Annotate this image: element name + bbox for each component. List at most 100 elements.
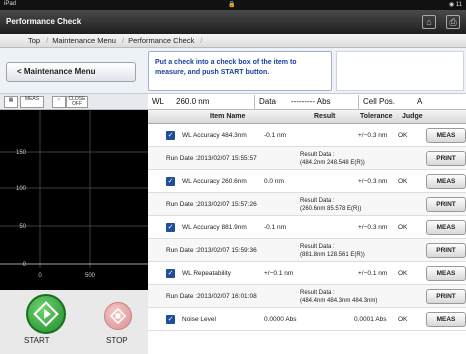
item-judge: OK (398, 224, 408, 231)
x-tick-label: 0 (38, 273, 42, 279)
table-row-detail: Run Date :2013/02/07 15:59:36 Result Dat… (148, 239, 466, 262)
measurement-info-row: WL 260.0 nm Data --------- Abs Cell Pos.… (148, 94, 466, 110)
item-tolerance: +/−0.3 nm (358, 178, 388, 185)
item-judge: OK (398, 270, 408, 277)
data-label: Data (259, 97, 276, 106)
y-tick-label: 0 (23, 262, 27, 268)
item-name: WL Accuracy 484.3nm (182, 132, 247, 139)
stop-icon (109, 307, 127, 325)
item-result: 0.0000 Abs (264, 316, 297, 323)
item-result: 0.0 nm (264, 178, 284, 185)
print-icon[interactable]: ⎙ (446, 15, 460, 29)
run-date: Run Date :2013/02/07 15:55:57 (166, 155, 257, 162)
title-bar: Performance Check ⌂ ⎙ (0, 10, 466, 34)
cell-position-value: A (417, 97, 423, 106)
status-right: ◉ 11 (448, 2, 462, 8)
meas-toggle[interactable]: MEAS (20, 96, 44, 108)
device-label: iPad (4, 1, 17, 7)
run-date: Run Date :2013/02/07 16:01:08 (166, 293, 257, 300)
breadcrumb: Top / Maintenance Menu / Performance Che… (0, 34, 466, 48)
table-row-detail: Run Date :2013/02/07 15:57:26 Result Dat… (148, 193, 466, 216)
print-button[interactable]: PRINT (426, 151, 466, 166)
network-icon[interactable]: ▦ (4, 96, 18, 108)
table-row-detail: Run Date :2013/02/07 16:01:08 Result Dat… (148, 285, 466, 308)
y-tick-label: 50 (19, 224, 26, 230)
status-bar: iPad 🔒 ◉ 11 (0, 0, 466, 10)
close-toggle[interactable]: CLOSE OFF (66, 96, 88, 108)
item-result: +/−0.1 nm (264, 270, 294, 277)
item-checkbox[interactable]: ✓ (166, 131, 175, 140)
sub-header: < Maintenance Menu Put a check into a ch… (0, 48, 466, 94)
meas-button[interactable]: MEAS (426, 128, 466, 143)
stop-label: STOP (106, 336, 128, 345)
item-name: WL Accuracy 881.9nm (182, 224, 247, 231)
y-tick-label: 100 (16, 186, 27, 192)
item-judge: OK (398, 178, 408, 185)
breadcrumb-maintenance-menu[interactable]: Maintenance Menu (48, 36, 122, 45)
instruction-box: Put a check into a check box of the item… (148, 51, 332, 91)
meas-button[interactable]: MEAS (426, 174, 466, 189)
item-judge: OK (398, 316, 408, 323)
data-box: Data --------- Abs (254, 94, 358, 109)
item-name: WL Accuracy 260.6nm (182, 178, 247, 185)
result-data: Result Data : (260.6nm 85.578 E(R)) (300, 198, 362, 212)
column-header-judge: Judge (402, 113, 423, 120)
column-header-item-name: Item Name (210, 113, 246, 120)
run-date: Run Date :2013/02/07 15:59:36 (166, 247, 257, 254)
measurement-strip (336, 51, 464, 91)
item-checkbox[interactable]: ✓ (166, 223, 175, 232)
table-row: ✓ WL Repeatability +/−0.1 nm +/−0.1 nm O… (148, 262, 466, 285)
breadcrumb-top[interactable]: Top (24, 36, 46, 45)
item-name: Noise Level (182, 316, 216, 323)
stop-button[interactable] (104, 302, 132, 330)
lock-icon: 🔒 (228, 2, 236, 8)
item-judge: OK (398, 132, 408, 139)
breadcrumb-separator: / (200, 36, 203, 45)
start-label: START (24, 336, 50, 345)
page-title: Performance Check (6, 17, 82, 26)
graph-toolbar: ▦ MEAS ☞ CLOSE OFF (0, 94, 148, 110)
table-row: ✓ WL Accuracy 881.9nm -0.1 nm +/−0.3 nm … (148, 216, 466, 239)
meas-button[interactable]: MEAS (426, 266, 466, 281)
item-tolerance: +/−0.3 nm (358, 132, 388, 139)
graph-canvas: 150 100 50 0 0 500 (0, 110, 148, 279)
result-data: Result Data : (881.8nm 128.561 E(R)) (300, 244, 365, 258)
print-button[interactable]: PRINT (426, 243, 466, 258)
y-tick-label: 150 (16, 150, 27, 156)
cursor-icon[interactable]: ☞ (52, 96, 66, 108)
item-tolerance: +/−0.1 nm (358, 270, 388, 277)
item-checkbox[interactable]: ✓ (166, 315, 175, 324)
column-header-result: Result (314, 113, 336, 120)
cell-position-label: Cell Pos. (363, 97, 396, 106)
item-checkbox[interactable]: ✓ (166, 269, 175, 278)
meas-button[interactable]: MEAS (426, 220, 466, 235)
data-value: --------- Abs (291, 97, 331, 106)
table-row: ✓ Noise Level 0.0000 Abs 0.0001 Abs OK M… (148, 308, 466, 331)
print-button[interactable]: PRINT (426, 289, 466, 304)
cell-position-box: Cell Pos. A (358, 94, 466, 109)
table-row: ✓ WL Accuracy 260.6nm 0.0 nm +/−0.3 nm O… (148, 170, 466, 193)
results-table: ✓ WL Accuracy 484.3nm -0.1 nm +/−0.3 nm … (148, 124, 466, 354)
breadcrumb-performance-check: Performance Check (128, 36, 195, 45)
result-data: Result Data : (484.2nm 248.548 E(R)) (300, 152, 365, 166)
item-result: -0.1 nm (264, 224, 287, 231)
print-button[interactable]: PRINT (426, 197, 466, 212)
item-tolerance: +/−0.3 nm (358, 224, 388, 231)
run-controls: START STOP (0, 290, 148, 354)
wl-label: WL (152, 97, 164, 106)
start-button[interactable] (26, 294, 66, 334)
run-date: Run Date :2013/02/07 15:57:26 (166, 201, 257, 208)
item-tolerance: 0.0001 Abs (354, 316, 387, 323)
meas-button[interactable]: MEAS (426, 312, 466, 327)
wl-value: 260.0 nm (176, 97, 210, 106)
item-result: -0.1 nm (264, 132, 287, 139)
back-to-maintenance-menu-button[interactable]: < Maintenance Menu (6, 62, 136, 82)
x-tick-label: 500 (85, 273, 96, 279)
item-name: WL Repeatability (182, 270, 231, 277)
home-icon[interactable]: ⌂ (422, 15, 436, 29)
spectrum-graph: 150 100 50 0 0 500 (0, 110, 148, 290)
table-row: ✓ WL Accuracy 484.3nm -0.1 nm +/−0.3 nm … (148, 124, 466, 147)
column-header-tolerance: Tolerance (360, 113, 393, 120)
item-checkbox[interactable]: ✓ (166, 177, 175, 186)
result-data: Result Data : (484.4nm 484.3nm 484.3nm) (300, 290, 378, 304)
